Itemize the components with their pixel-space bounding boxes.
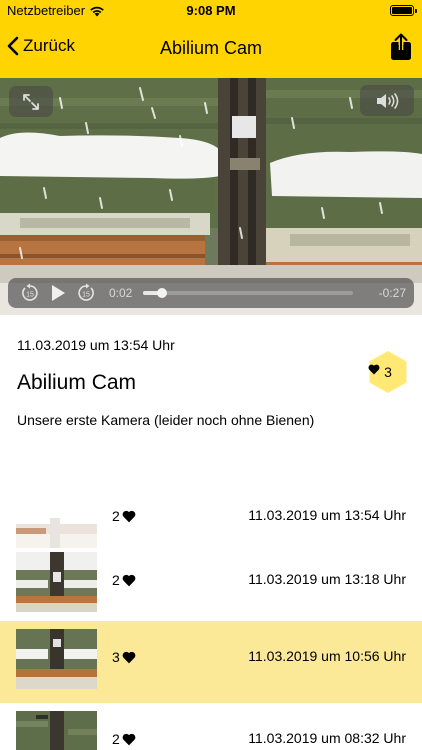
recording-likes: 2 [112,572,136,588]
list-item[interactable]: 3 11.03.2019 um 10:56 Uhr [0,621,422,703]
expand-icon [23,93,39,110]
heart-icon [368,364,380,375]
fullscreen-button[interactable] [9,86,53,117]
back-button[interactable]: Zurück [7,36,75,56]
recording-date: 11.03.2019 um 10:56 Uhr [248,648,406,664]
recording-likes: 2 [112,508,136,524]
recording-thumbnail [16,629,97,689]
skip-back-button[interactable]: 15 [19,283,41,303]
like-count: 3 [112,649,120,665]
camera-description: Unsere erste Kamera (leider noch ohne Bi… [17,412,315,428]
svg-text:15: 15 [26,292,34,299]
like-count: 2 [112,572,120,588]
svg-text:15: 15 [82,292,90,299]
speaker-icon [377,92,399,109]
recording-date: 11.03.2019 um 13:54 Uhr [248,507,406,523]
heart-icon [122,574,136,586]
share-icon [391,33,411,60]
recording-thumbnail [16,488,97,548]
video-player[interactable]: 15 15 0:02 -0:27 [0,78,422,315]
recording-likes: 2 [112,731,136,747]
skip-forward-15-icon: 15 [78,283,94,301]
recording-date: 11.03.2019 um 13:18 Uhr [248,571,406,587]
recording-likes: 3 [112,649,136,665]
heart-icon [122,651,136,663]
list-item[interactable]: 2 11.03.2019 um 08:32 Uhr [0,703,422,750]
status-bar: Netzbetreiber 9:08 PM [0,0,422,22]
playback-controls: 15 15 0:02 -0:27 [8,278,414,308]
list-item[interactable]: 2 11.03.2019 um 13:18 Uhr [0,544,422,626]
recording-date: 11.03.2019 um 13:54 Uhr [17,337,175,353]
recordings-list: 2 11.03.2019 um 13:54 Uhr 2 11.03.2019 u… [0,465,422,750]
recording-date: 11.03.2019 um 08:32 Uhr [248,730,406,746]
like-count: 2 [112,508,120,524]
chevron-left-icon [7,36,19,56]
like-button[interactable]: 3 [368,350,408,394]
heart-icon [122,733,136,745]
like-count: 3 [384,364,392,380]
volume-button[interactable] [360,85,414,116]
like-count: 2 [112,731,120,747]
recording-thumbnail [16,552,97,612]
camera-title: Abilium Cam [17,371,137,394]
skip-forward-button[interactable]: 15 [75,283,97,303]
elapsed-time: 0:02 [109,286,133,300]
recording-info: 11.03.2019 um 13:54 Uhr Abilium Cam Unse… [0,315,422,465]
share-button[interactable] [390,33,412,61]
play-button[interactable] [47,283,69,303]
remaining-time: -0:27 [378,286,406,300]
recording-thumbnail [16,711,97,750]
navigation-bar: Zurück Abilium Cam [0,22,422,78]
progress-slider[interactable] [143,288,353,298]
back-label: Zurück [23,36,75,55]
progress-thumb[interactable] [156,288,167,298]
battery-icon [390,5,417,16]
heart-icon [122,510,136,522]
clock: 9:08 PM [186,3,236,18]
skip-back-15-icon: 15 [22,283,38,301]
play-icon [52,285,65,301]
